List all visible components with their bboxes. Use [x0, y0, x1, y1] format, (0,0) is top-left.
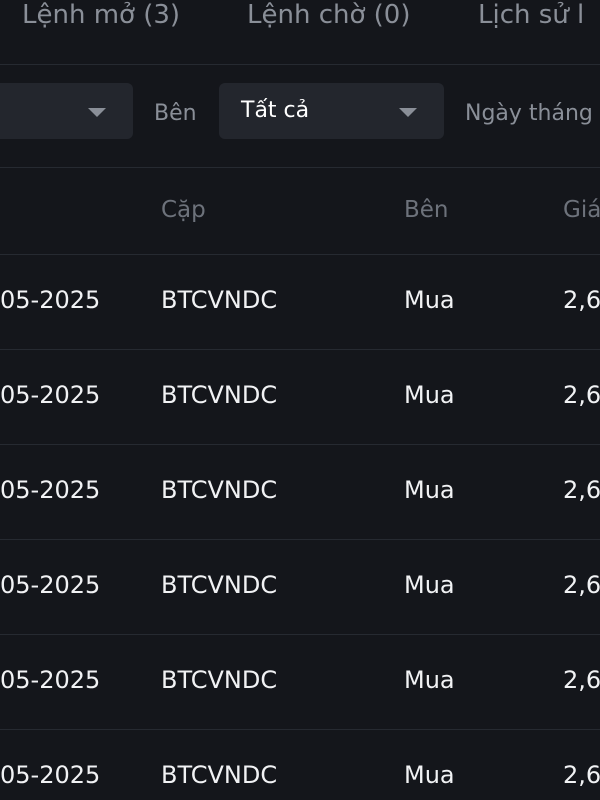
side-filter-select[interactable]: Tất cả: [219, 83, 444, 139]
cell-pair: BTCVNDC: [161, 571, 278, 599]
filter-bar: Bên Tất cả Ngày tháng: [0, 65, 600, 168]
cell-price: 2,6: [563, 286, 600, 314]
table-header: Cặp Bên Giá: [0, 168, 600, 255]
cell-price: 2,6: [563, 761, 600, 789]
cell-side: Mua: [404, 666, 455, 694]
cell-side: Mua: [404, 761, 455, 789]
order-tabs: Lệnh mở (3) Lệnh chờ (0) Lịch sử l: [0, 0, 600, 65]
cell-pair: BTCVNDC: [161, 476, 278, 504]
side-filter-label: Bên: [154, 101, 197, 126]
cell-date: 05-2025: [0, 761, 101, 789]
cell-price: 2,6: [563, 666, 600, 694]
date-filter-label: Ngày tháng: [465, 101, 593, 126]
cell-price: 2,6: [563, 381, 600, 409]
column-header-price: Giá: [563, 197, 600, 223]
cell-side: Mua: [404, 381, 455, 409]
tab-pending-orders[interactable]: Lệnh chờ (0): [247, 0, 410, 30]
orders-table-body: 05-2025 BTCVNDC Mua 2,6 05-2025 BTCVNDC …: [0, 255, 600, 800]
column-header-pair: Cặp: [161, 197, 206, 223]
orders-page: Lệnh mở (3) Lệnh chờ (0) Lịch sử l Bên T…: [0, 0, 600, 800]
table-row[interactable]: 05-2025 BTCVNDC Mua 2,6: [0, 635, 600, 730]
table-row[interactable]: 05-2025 BTCVNDC Mua 2,6: [0, 445, 600, 540]
cell-date: 05-2025: [0, 286, 101, 314]
pair-filter-select[interactable]: [0, 83, 133, 139]
table-row[interactable]: 05-2025 BTCVNDC Mua 2,6: [0, 350, 600, 445]
cell-side: Mua: [404, 476, 455, 504]
cell-date: 05-2025: [0, 666, 101, 694]
cell-date: 05-2025: [0, 476, 101, 504]
tab-open-orders[interactable]: Lệnh mở (3): [22, 0, 180, 30]
column-header-side: Bên: [404, 197, 449, 223]
cell-pair: BTCVNDC: [161, 666, 278, 694]
cell-side: Mua: [404, 571, 455, 599]
chevron-down-icon: [88, 108, 106, 117]
cell-pair: BTCVNDC: [161, 286, 278, 314]
cell-side: Mua: [404, 286, 455, 314]
cell-price: 2,6: [563, 476, 600, 504]
cell-pair: BTCVNDC: [161, 381, 278, 409]
cell-date: 05-2025: [0, 381, 101, 409]
side-filter-value: Tất cả: [241, 98, 310, 123]
cell-pair: BTCVNDC: [161, 761, 278, 789]
table-row[interactable]: 05-2025 BTCVNDC Mua 2,6: [0, 540, 600, 635]
cell-date: 05-2025: [0, 571, 101, 599]
chevron-down-icon: [399, 108, 417, 117]
tab-order-history[interactable]: Lịch sử l: [478, 0, 584, 30]
cell-price: 2,6: [563, 571, 600, 599]
table-row[interactable]: 05-2025 BTCVNDC Mua 2,6: [0, 730, 600, 800]
table-row[interactable]: 05-2025 BTCVNDC Mua 2,6: [0, 255, 600, 350]
